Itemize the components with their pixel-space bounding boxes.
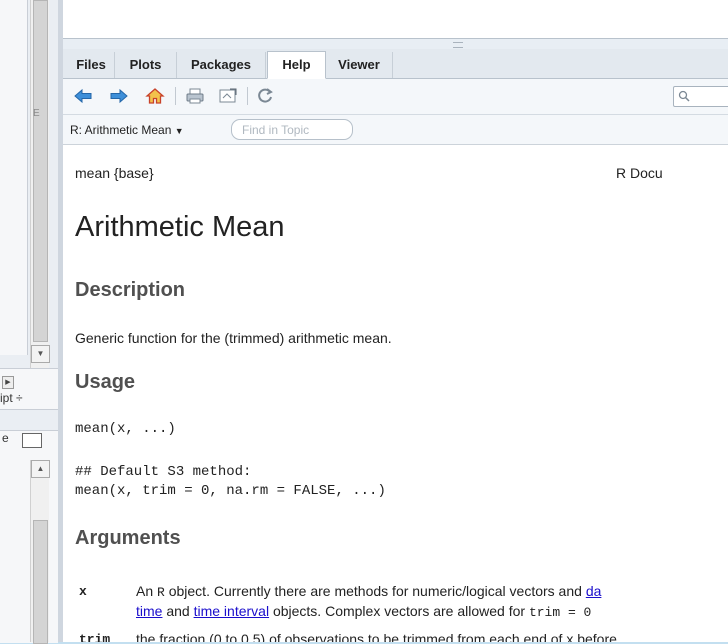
tab-help[interactable]: Help	[267, 51, 326, 79]
upper-pane	[63, 0, 728, 39]
browser-icon[interactable]	[218, 86, 238, 106]
help-toolbar	[63, 79, 728, 115]
argument-description: An R object. Currently there are methods…	[136, 583, 602, 600]
link[interactable]: time	[136, 603, 162, 619]
link[interactable]: time interval	[194, 603, 269, 619]
splitter-grip-icon[interactable]	[453, 42, 463, 48]
pane-grip[interactable]: E	[33, 108, 40, 119]
arguments-heading: Arguments	[75, 527, 181, 549]
scroll-up-icon[interactable]: ▲	[31, 460, 50, 478]
toolbar-separator	[175, 87, 176, 105]
description-heading: Description	[75, 279, 186, 301]
help-search-input[interactable]	[673, 86, 728, 107]
argument-description: the fraction (0 to 0.5) of observations …	[136, 631, 617, 642]
scrollbar-thumb[interactable]	[33, 520, 48, 644]
chevron-down-icon: ▼	[174, 126, 184, 136]
page-title: Arithmetic Mean	[75, 211, 285, 243]
scrollbar-thumb[interactable]	[33, 0, 48, 342]
usage-heading: Usage	[75, 371, 136, 393]
forward-arrow-icon[interactable]	[109, 86, 129, 106]
tab-viewer[interactable]: Viewer	[326, 52, 393, 78]
find-in-topic-input[interactable]: Find in Topic	[231, 119, 353, 140]
tab-packages[interactable]: Packages	[177, 52, 266, 78]
doc-header-right: R Docu	[616, 165, 663, 181]
script-pane-strip: ▶ ipt ÷	[0, 368, 58, 410]
refresh-icon[interactable]	[255, 86, 275, 106]
usage-code-line: mean(x, trim = 0, na.rm = FALSE, ...)	[75, 483, 386, 499]
description-text: Generic function for the (trimmed) arith…	[75, 330, 392, 346]
argument-description: time and time interval objects. Complex …	[136, 603, 592, 620]
script-type-label[interactable]: ipt ÷	[0, 391, 23, 405]
tab-plots[interactable]: Plots	[115, 52, 177, 78]
tab-files[interactable]: Files	[68, 52, 115, 78]
link[interactable]: da	[586, 583, 602, 599]
help-subbar: R: Arithmetic Mean ▼ Find in Topic	[63, 115, 728, 145]
usage-code-line: mean(x, ...)	[75, 421, 176, 437]
scroll-down-icon[interactable]: ▼	[31, 345, 50, 363]
maximize-icon[interactable]	[22, 433, 42, 448]
topic-label: R: Arithmetic Mean	[70, 123, 172, 137]
console-scrollbar[interactable]: ▲	[30, 460, 50, 644]
source-pane-edge	[0, 0, 28, 355]
pane-label: e	[2, 431, 9, 445]
expand-icon[interactable]: ▶	[2, 376, 14, 389]
home-icon[interactable]	[145, 86, 165, 106]
pane-splitter[interactable]	[63, 39, 728, 49]
source-scrollbar[interactable]: ▼	[30, 0, 50, 368]
print-icon[interactable]	[185, 86, 205, 106]
argument-name: trim	[79, 632, 111, 642]
help-document: ⁞ mean {base} R Docu Arithmetic Mean Des…	[63, 145, 728, 642]
doc-header-left: mean {base}	[75, 165, 154, 181]
argument-name: x	[79, 584, 87, 599]
topic-dropdown[interactable]: R: Arithmetic Mean ▼	[70, 123, 184, 137]
toolbar-separator	[247, 87, 248, 105]
back-arrow-icon[interactable]	[73, 86, 93, 106]
search-icon	[678, 90, 690, 102]
usage-code-comment: ## Default S3 method:	[75, 464, 252, 480]
pane-tabs: Files Plots Packages Help Viewer	[63, 49, 728, 79]
